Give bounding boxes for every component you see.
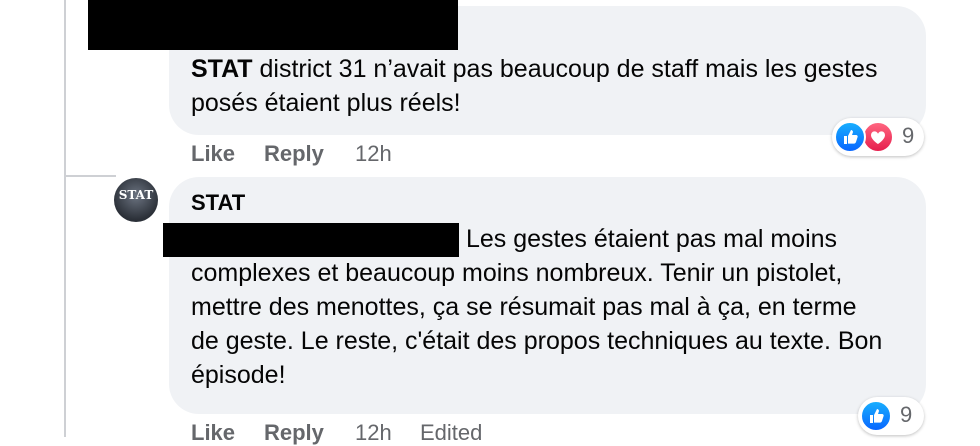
comment-body-line1: Les gestes étaient pas mal moins bbox=[466, 225, 838, 253]
reaction-count: 9 bbox=[902, 123, 915, 148]
edited-label: Edited bbox=[420, 420, 483, 445]
avatar[interactable]: STAT bbox=[114, 178, 158, 222]
thread-branch bbox=[64, 175, 116, 177]
reaction-summary[interactable]: 9 bbox=[832, 118, 924, 156]
comment-author[interactable]: STAT bbox=[191, 55, 253, 83]
reply-button[interactable]: Reply bbox=[264, 141, 324, 167]
comment-text: STAT district 31 n’avait pas beaucoup de… bbox=[191, 52, 891, 120]
like-button[interactable]: Like bbox=[191, 141, 235, 167]
like-button[interactable]: Like bbox=[191, 420, 235, 446]
comment-body: complexes et beaucoup moins nombreux. Te… bbox=[191, 259, 883, 389]
redaction-box bbox=[163, 223, 459, 257]
comment-author[interactable]: STAT bbox=[191, 190, 245, 215]
timestamp[interactable]: 12h bbox=[355, 420, 392, 446]
thread-line bbox=[64, 0, 66, 437]
like-icon bbox=[834, 121, 866, 153]
love-icon bbox=[862, 121, 894, 153]
comment-body: district 31 n’avait pas beaucoup de staf… bbox=[191, 55, 878, 117]
reply-button[interactable]: Reply bbox=[264, 420, 324, 446]
reaction-count: 9 bbox=[900, 402, 913, 427]
timestamp[interactable]: 12h bbox=[355, 141, 392, 167]
redaction-box bbox=[88, 0, 458, 50]
reaction-summary[interactable]: 9 bbox=[858, 397, 924, 435]
avatar-label: STAT bbox=[118, 188, 154, 202]
like-icon bbox=[860, 400, 892, 432]
comment-author-line: STAT bbox=[191, 188, 245, 218]
